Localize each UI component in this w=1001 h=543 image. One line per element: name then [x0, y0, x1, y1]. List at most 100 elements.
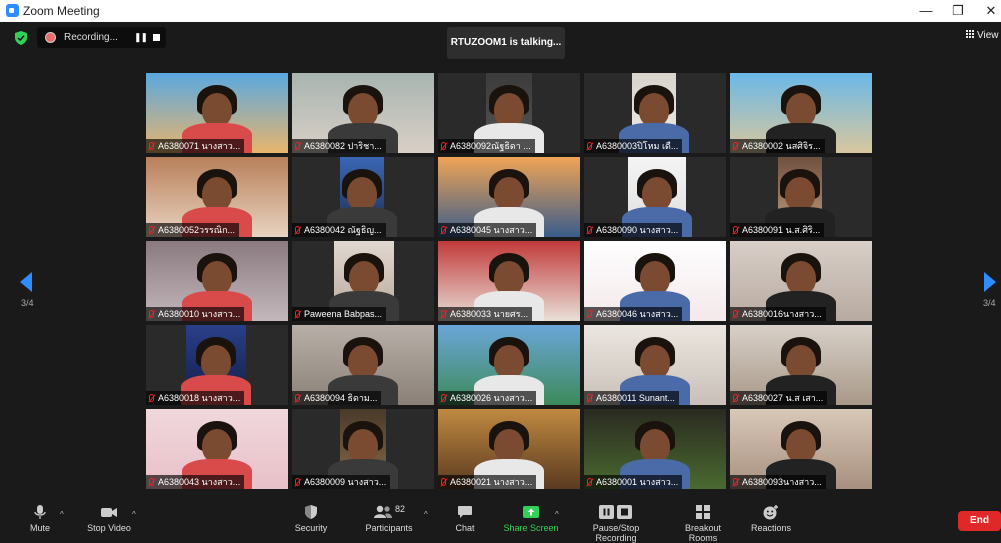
participant-tile[interactable]: A6380010 นางสาว...: [146, 241, 288, 321]
participant-tile[interactable]: Paweena Babpas...: [292, 241, 434, 321]
participant-name-tag: A6380043 นางสาว...: [146, 475, 245, 489]
participant-tile[interactable]: A6380001 นางสาว...: [584, 409, 726, 489]
close-button[interactable]: ✕: [979, 2, 1001, 20]
participant-tile[interactable]: A6380043 นางสาว...: [146, 409, 288, 489]
participant-tile[interactable]: A6380027 น.ส เสา...: [730, 325, 872, 405]
participant-tile[interactable]: A6380071 นางสาว...: [146, 73, 288, 153]
view-button[interactable]: View: [966, 30, 999, 41]
minimize-button[interactable]: —: [914, 2, 938, 20]
muted-mic-icon: [441, 394, 446, 402]
next-page-arrow-icon[interactable]: [984, 272, 996, 292]
share-screen-button[interactable]: Share Screen: [503, 504, 559, 533]
stop-video-button[interactable]: Stop Video: [84, 504, 134, 533]
end-meeting-button[interactable]: End: [958, 511, 1001, 531]
participants-icon: [373, 505, 392, 518]
participant-face: [786, 93, 816, 127]
video-camera-icon: [101, 508, 117, 517]
participants-label: Participants: [365, 523, 413, 533]
participant-face: [348, 429, 378, 463]
muted-mic-icon: [149, 226, 154, 234]
participant-tile[interactable]: A6380002 นสศิจิร...: [730, 73, 872, 153]
reactions-emoji-icon: [763, 505, 778, 520]
previous-page-arrow-icon[interactable]: [20, 272, 32, 292]
participant-name: A6380082 ปาริชา...: [304, 141, 382, 151]
reactions-button[interactable]: Reactions: [750, 504, 792, 533]
muted-mic-icon: [733, 226, 738, 234]
pause-stop-recording-icon: [599, 505, 632, 519]
participant-tile[interactable]: A6380011 Sunant...: [584, 325, 726, 405]
participants-button[interactable]: 82 Participants: [364, 504, 414, 533]
audio-options-caret[interactable]: ^: [60, 510, 64, 519]
stop-recording-icon[interactable]: [153, 34, 160, 41]
participants-options-caret[interactable]: ^: [424, 510, 428, 519]
participant-tile[interactable]: A6380052วรรณิก...: [146, 157, 288, 237]
mute-button[interactable]: Mute: [26, 504, 54, 533]
muted-mic-icon: [587, 310, 592, 318]
encryption-shield-icon[interactable]: [15, 31, 27, 45]
recording-indicator: Recording... ❚❚: [37, 27, 166, 48]
participant-tile[interactable]: A6380026 นางสาว...: [438, 325, 580, 405]
participant-tile[interactable]: A6380092ณัฐธิดา ...: [438, 73, 580, 153]
participant-face: [494, 429, 524, 463]
view-label: View: [977, 30, 999, 41]
restore-button[interactable]: ❐: [946, 2, 970, 20]
participant-tile[interactable]: A6380091 น.ส.ศิริ...: [730, 157, 872, 237]
participant-tile[interactable]: A6380094 ธิดาม...: [292, 325, 434, 405]
participant-name: A6380052วรรณิก...: [158, 225, 236, 235]
participant-name-tag: A6380026 นางสาว...: [438, 391, 537, 405]
participant-face: [494, 93, 524, 127]
share-options-caret[interactable]: ^: [555, 510, 559, 519]
participant-tile[interactable]: A6380093นางสาว...: [730, 409, 872, 489]
participant-tile[interactable]: A6380021 นางสาว...: [438, 409, 580, 489]
participant-face: [494, 261, 524, 295]
participant-face: [785, 177, 815, 211]
security-button[interactable]: Security: [292, 504, 330, 533]
participant-tile[interactable]: A6380016นางสาว...: [730, 241, 872, 321]
participant-name: A6380045 นางสาว...: [450, 225, 533, 235]
participant-name: A6380092ณัฐธิดา ...: [450, 141, 531, 151]
meeting-area: Recording... ❚❚ RTUZOOM1 is talking... V…: [0, 22, 1001, 500]
participant-face: [640, 429, 670, 463]
reactions-label: Reactions: [750, 523, 792, 533]
participant-name-tag: A6380016นางสาว...: [730, 307, 826, 321]
muted-mic-icon: [149, 310, 154, 318]
participant-name-tag: A6380018 นางสาว...: [146, 391, 245, 405]
pause-stop-recording-button[interactable]: Pause/Stop Recording: [572, 504, 660, 543]
muted-mic-icon: [733, 394, 738, 402]
participant-tile[interactable]: A6380042 ณัฐธิญ...: [292, 157, 434, 237]
participant-face: [201, 345, 231, 379]
participant-tile[interactable]: A6380082 ปาริชา...: [292, 73, 434, 153]
participant-tile[interactable]: A6380033 นายศร...: [438, 241, 580, 321]
participant-name: A6380043 นางสาว...: [158, 477, 241, 487]
participant-tile[interactable]: A6380090 นางสาว...: [584, 157, 726, 237]
participant-face: [494, 177, 524, 211]
participant-name: A6380093นางสาว...: [742, 477, 822, 487]
participant-face: [786, 429, 816, 463]
muted-mic-icon: [587, 478, 592, 486]
participant-face: [349, 261, 379, 295]
participant-tile[interactable]: A6380003ปิโหม เดื...: [584, 73, 726, 153]
participant-name: A6380094 ธิดาม...: [304, 393, 378, 403]
muted-mic-icon: [295, 478, 300, 486]
participant-tile[interactable]: A6380046 นางสาว...: [584, 241, 726, 321]
grid-view-icon: [966, 30, 974, 38]
participant-name-tag: A6380091 น.ส.ศิริ...: [730, 223, 825, 237]
muted-mic-icon: [587, 226, 592, 234]
muted-mic-icon: [733, 310, 738, 318]
participant-face: [202, 429, 232, 463]
participant-face: [202, 177, 232, 211]
video-options-caret[interactable]: ^: [132, 510, 136, 519]
page-indicator-left: 3/4: [21, 298, 34, 308]
participants-icon-group: 82: [369, 504, 409, 520]
pause-recording-icon[interactable]: ❚❚: [134, 32, 148, 43]
muted-mic-icon: [733, 142, 738, 150]
chat-button[interactable]: Chat: [451, 504, 479, 533]
participant-name-tag: A6380046 นางสาว...: [584, 307, 683, 321]
breakout-rooms-button[interactable]: Breakout Rooms: [670, 504, 736, 543]
participant-tile[interactable]: A6380018 นางสาว...: [146, 325, 288, 405]
participant-name: A6380003ปิโหม เดื...: [596, 141, 679, 151]
participant-name-tag: A6380093นางสาว...: [730, 475, 826, 489]
participant-face: [202, 93, 232, 127]
participant-tile[interactable]: A6380045 นางสาว...: [438, 157, 580, 237]
participant-tile[interactable]: A6380009 นางสาว...: [292, 409, 434, 489]
